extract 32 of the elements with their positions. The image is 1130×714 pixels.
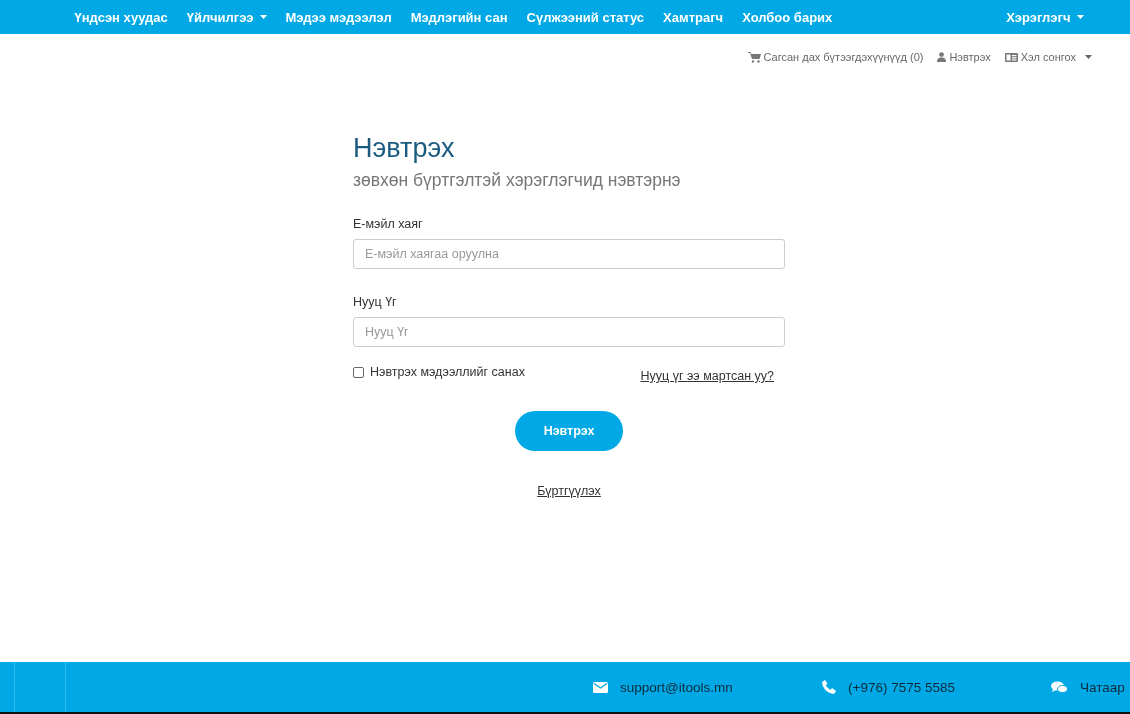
- chat-icon: [1051, 680, 1068, 694]
- contact-text: (+976) 7575 5585: [848, 679, 955, 695]
- login-button[interactable]: Нэвтрэх: [515, 411, 623, 451]
- nav-link[interactable]: Сүлжээний статус: [517, 0, 654, 34]
- nav-link[interactable]: Үндсэн хуудас: [65, 0, 178, 34]
- top-link[interactable]: Хэл сонгох: [1004, 45, 1092, 69]
- top-link[interactable]: Сагсан дах бүтээгдэхүүнүүд (0): [747, 45, 924, 69]
- forgot-password-link[interactable]: Нууц үг ээ мартсан уу?: [640, 369, 774, 383]
- register-link[interactable]: Бүртгүүлэх: [537, 484, 601, 498]
- cart-icon: [747, 51, 761, 63]
- phone-icon: [822, 680, 836, 694]
- nav-link[interactable]: Хамтрагч: [653, 0, 733, 34]
- contact-text: support@itools.mn: [620, 679, 733, 695]
- contact-text: Чатаар: [1080, 679, 1125, 695]
- nav-link[interactable]: Мэдээ мэдээлэл: [276, 0, 402, 34]
- checkbox[interactable]: [353, 366, 364, 378]
- input-field[interactable]: Нууц Үг: [353, 317, 785, 347]
- top-link[interactable]: Нэвтрэх: [937, 45, 991, 69]
- input-field[interactable]: Е-мэйл хаягаа оруулна: [353, 239, 785, 269]
- footer-side-panel: [14, 662, 66, 712]
- field-label: Нууц Үг: [353, 295, 398, 309]
- id-card-icon: [1004, 52, 1018, 62]
- nav-link[interactable]: Үйлчилгээ: [177, 0, 276, 34]
- page-title: Нэвтрэх: [353, 132, 456, 164]
- user-icon: [937, 52, 947, 62]
- page-subtitle: зөвхөн бүртгэлтэй хэрэглэгчид нэвтэрнэ: [353, 170, 682, 191]
- field-label: Е-мэйл хаяг: [353, 217, 424, 231]
- nav-link[interactable]: Холбоо барих: [732, 0, 842, 34]
- envelope-icon: [593, 681, 608, 693]
- checkbox-label[interactable]: Нэвтрэх мэдээллийг санах: [370, 365, 525, 379]
- nav-link[interactable]: Хэрэглэгч: [996, 0, 1093, 34]
- nav-link[interactable]: Мэдлэгийн сан: [401, 0, 518, 34]
